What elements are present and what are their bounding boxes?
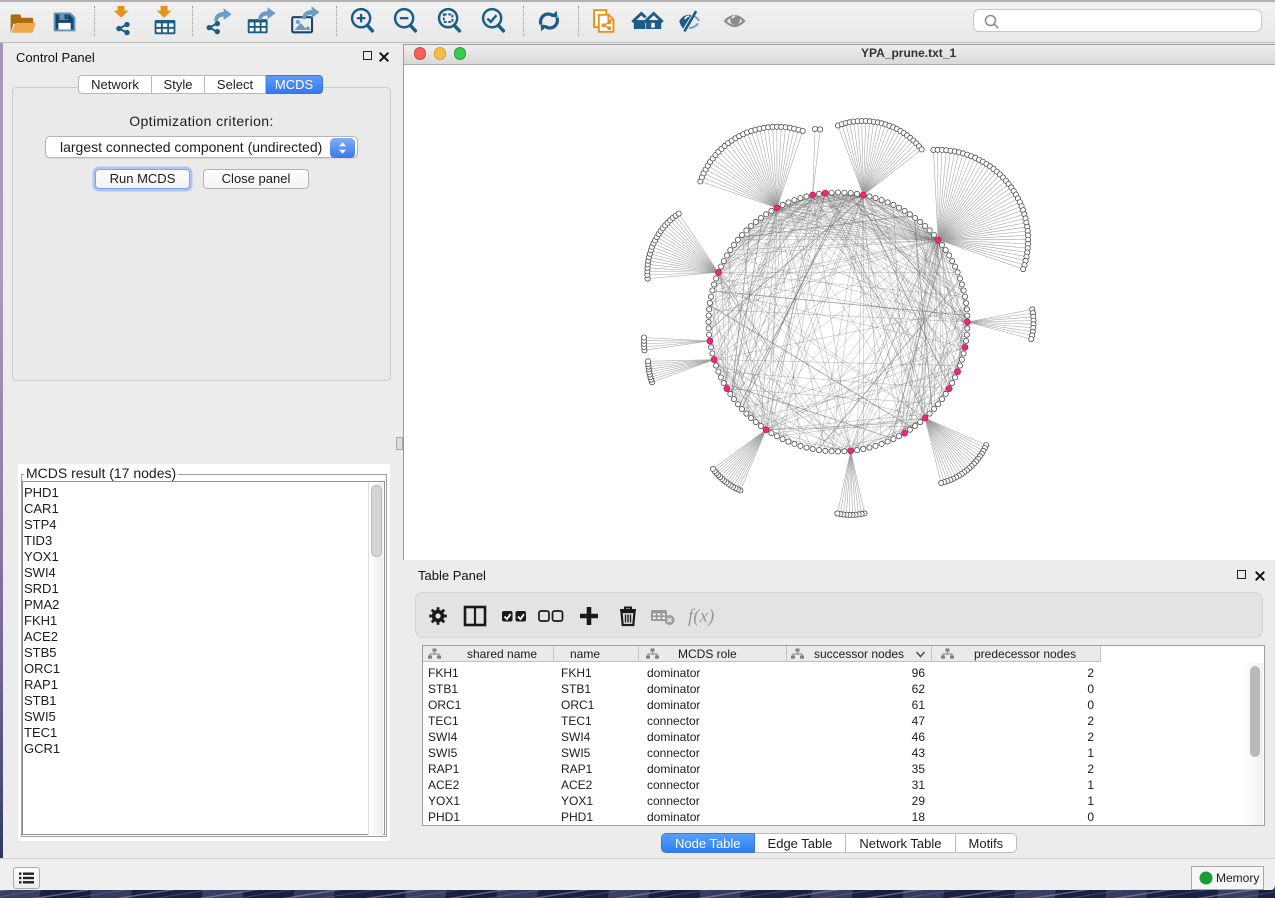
svg-text:f(x): f(x) — [688, 606, 714, 627]
